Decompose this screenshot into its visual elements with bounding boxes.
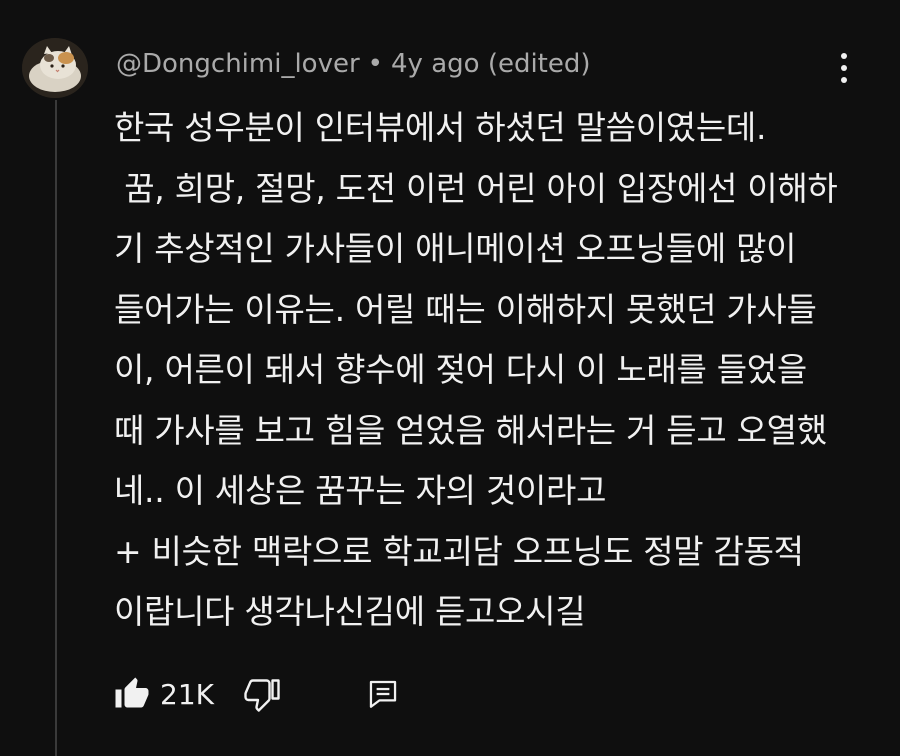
like-count: 21K <box>160 677 214 711</box>
more-vert-icon-dot <box>841 53 847 59</box>
comment-header: @Dongchimi_lover • 4y ago (edited) <box>116 44 591 84</box>
author-name[interactable]: @Dongchimi_lover <box>116 49 360 79</box>
reply-button[interactable] <box>366 677 400 711</box>
avatar[interactable] <box>22 38 88 98</box>
comment-line: 꿈, 희망, 절망, 도전 이런 어린 아이 입장에선 이해하 <box>114 168 838 208</box>
comment-line: 들어가는 이유는. 어릴 때는 이해하지 못했던 가사들 <box>114 289 817 329</box>
comment-line: 네.. 이 세상은 꿈꾸는 자의 것이라고 <box>114 471 607 510</box>
thumbs-down-icon <box>244 679 280 712</box>
thumbs-up-icon <box>115 677 149 708</box>
comment-actions: 21K <box>114 668 400 720</box>
thread-line <box>55 100 57 756</box>
cat-avatar-icon <box>22 38 88 98</box>
more-options-button[interactable] <box>826 46 862 90</box>
comment-line: 이랍니다 생각나신김에 듣고오시길 <box>114 592 586 631</box>
comment-line: 기 추상적인 가사들이 애니메이션 오프닝들에 많이 <box>114 229 797 268</box>
reply-icon <box>369 680 397 708</box>
like-button[interactable] <box>114 676 150 712</box>
more-vert-icon-dot <box>841 77 847 83</box>
separator-dot: • <box>367 49 384 79</box>
comment-line: + 비슷한 맥락으로 학교괴담 오프닝도 정말 감동적 <box>114 531 804 571</box>
comment-line: 때 가사를 보고 힘을 얻었음 해서라는 거 듣고 오열했 <box>114 410 827 450</box>
timestamp[interactable]: 4y ago (edited) <box>391 49 591 79</box>
comment-line: 한국 성우분이 인터뷰에서 하셨던 말씀이였는데. <box>114 108 767 147</box>
more-vert-icon-dot <box>841 65 847 71</box>
dislike-button[interactable] <box>244 676 280 712</box>
comment-line: 이, 어른이 돼서 향수에 젖어 다시 이 노래를 들었을 <box>114 350 807 389</box>
comment-text: 한국 성우분이 인터뷰에서 하셨던 말씀이였는데. 꿈, 희망, 절망, 도전 … <box>114 98 874 643</box>
